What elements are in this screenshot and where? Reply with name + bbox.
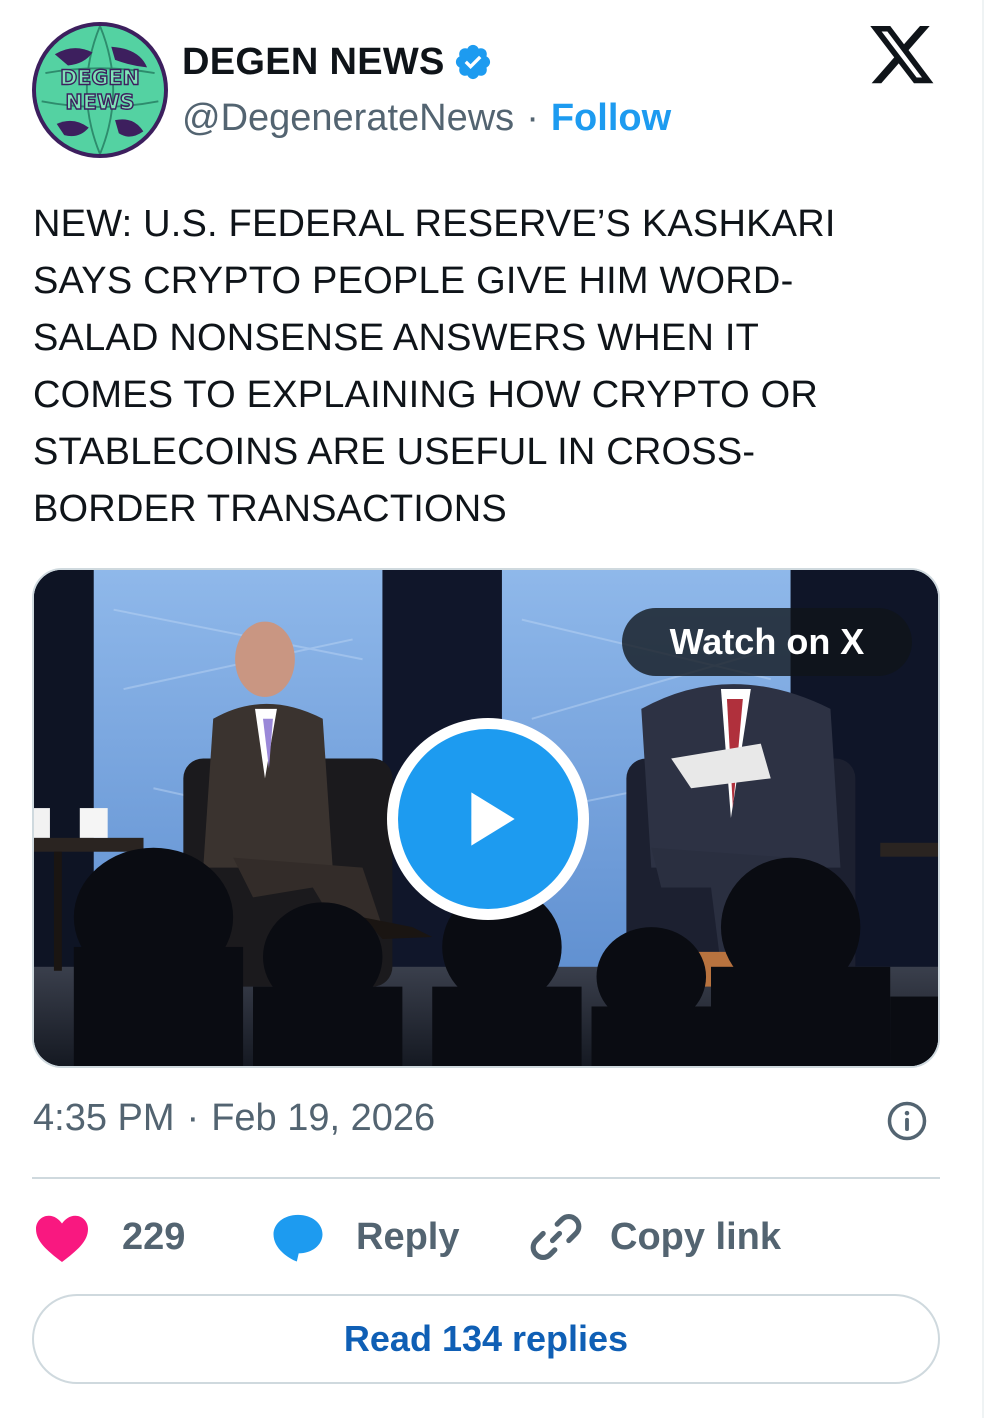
timestamp-date: Feb 19, 2026 bbox=[211, 1096, 436, 1139]
play-icon bbox=[471, 792, 515, 846]
copy-link-button[interactable]: Copy link bbox=[528, 1206, 781, 1268]
handle-separator: · bbox=[526, 96, 539, 139]
video-thumbnail[interactable]: Watch on X bbox=[32, 568, 940, 1068]
action-bar: 229 Reply Copy link bbox=[32, 1206, 940, 1268]
timestamp-separator: · bbox=[186, 1096, 200, 1139]
avatar[interactable]: DEGEN NEWS bbox=[32, 22, 168, 158]
verified-badge-icon bbox=[455, 44, 490, 80]
like-button[interactable]: 229 bbox=[32, 1206, 185, 1268]
author-name-row: DEGEN NEWS bbox=[182, 40, 493, 84]
play-button[interactable] bbox=[387, 718, 589, 920]
speech-bubble-icon bbox=[273, 1214, 323, 1262]
tweet-text-line: SAYS CRYPTO PEOPLE GIVE HIM WORD- bbox=[33, 260, 794, 302]
author-handle[interactable]: @DegenerateNews bbox=[182, 97, 514, 140]
tweet-card: DEGEN NEWS DEGEN NEWS @DegenerateNews · … bbox=[0, 0, 984, 1418]
copy-link-label: Copy link bbox=[610, 1215, 782, 1258]
read-replies-button[interactable]: Read 134 replies bbox=[32, 1294, 940, 1384]
timestamp[interactable]: 4:35 PM · Feb 19, 2026 bbox=[33, 1094, 435, 1142]
play-button-circle bbox=[398, 729, 578, 909]
info-icon[interactable] bbox=[886, 1100, 928, 1142]
tweet-text-line: COMES TO EXPLAINING HOW CRYPTO OR bbox=[33, 374, 819, 416]
heart-icon bbox=[36, 1215, 88, 1263]
follow-button[interactable]: Follow bbox=[551, 97, 671, 140]
globe-logo-icon: DEGEN NEWS bbox=[36, 26, 164, 154]
x-logo-icon[interactable] bbox=[870, 26, 936, 86]
tweet-text: NEW: U.S. FEDERAL RESERVE’S KASHKARI SAY… bbox=[33, 196, 933, 538]
avatar-text-line1: DEGEN bbox=[60, 65, 140, 89]
avatar-text-line2: NEWS bbox=[65, 90, 134, 114]
like-count: 229 bbox=[122, 1215, 186, 1258]
link-icon bbox=[530, 1213, 582, 1261]
tweet-text-line: STABLECOINS ARE USEFUL IN CROSS- bbox=[33, 431, 756, 473]
tweet-text-line: BORDER TRANSACTIONS bbox=[33, 488, 507, 530]
watch-on-x-button[interactable]: Watch on X bbox=[622, 608, 912, 676]
display-name[interactable]: DEGEN NEWS bbox=[182, 41, 445, 84]
reply-button[interactable]: Reply bbox=[270, 1206, 459, 1268]
tweet-text-line: NEW: U.S. FEDERAL RESERVE’S KASHKARI bbox=[33, 203, 836, 245]
timestamp-time: 4:35 PM bbox=[33, 1096, 175, 1139]
reply-label: Reply bbox=[356, 1215, 460, 1258]
tweet-text-line: SALAD NONSENSE ANSWERS WHEN IT bbox=[33, 317, 760, 359]
divider bbox=[32, 1177, 940, 1179]
author-handle-row: @DegenerateNews · Follow bbox=[182, 96, 671, 140]
